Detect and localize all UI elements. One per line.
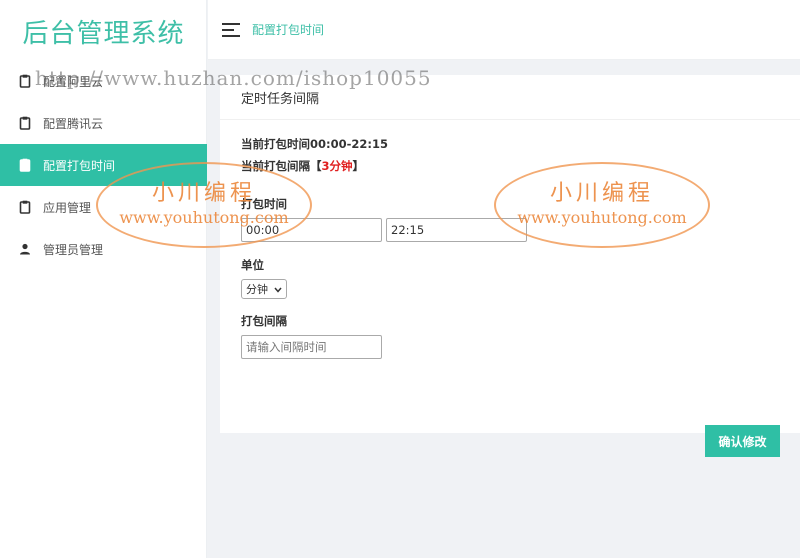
interval-input[interactable]: [241, 335, 382, 359]
end-time-input[interactable]: [386, 218, 527, 242]
chevron-down-icon: [274, 283, 282, 296]
sidebar-item-label: 应用管理: [43, 200, 92, 215]
clipboard-icon: [18, 116, 32, 130]
sidebar-item-label: 配置阿里云: [43, 74, 104, 89]
sidebar-item-admin-management[interactable]: 管理员管理: [0, 228, 207, 270]
start-time-input[interactable]: [241, 218, 382, 242]
top-bar: 配置打包时间: [208, 0, 800, 60]
unit-select[interactable]: 分钟: [241, 279, 287, 299]
confirm-button[interactable]: 确认修改: [705, 425, 780, 457]
sidebar-nav: 配置阿里云 配置腾讯云 配置打包时间 应用管理 管理员管理: [0, 60, 207, 270]
pack-time-row: [241, 218, 781, 242]
pack-time-label: 打包时间: [241, 197, 287, 211]
card-title: 定时任务间隔: [220, 75, 800, 120]
clipboard-icon: [18, 74, 32, 88]
sidebar-item-pack-time[interactable]: 配置打包时间: [0, 144, 207, 186]
current-pack-interval: 当前打包间隔【3分钟】: [241, 159, 365, 173]
settings-card: 定时任务间隔 当前打包时间00:00-22:15 当前打包间隔【3分钟】 打包时…: [220, 75, 800, 457]
sidebar-item-label: 管理员管理: [43, 242, 104, 257]
user-icon: [18, 242, 32, 256]
unit-label: 单位: [241, 258, 264, 272]
breadcrumb: 配置打包时间: [252, 23, 325, 37]
interval-label: 打包间隔: [241, 314, 287, 328]
app-title: 后台管理系统: [22, 18, 185, 49]
clipboard-icon: [18, 200, 32, 214]
sidebar-item-label: 配置打包时间: [43, 158, 116, 173]
menu-toggle-icon[interactable]: [222, 22, 240, 37]
sidebar-item-app-management[interactable]: 应用管理: [0, 186, 207, 228]
clipboard-icon: [18, 158, 32, 172]
interval-value: 3分钟: [321, 159, 353, 173]
sidebar-item-label: 配置腾讯云: [43, 116, 104, 131]
unit-selected: 分钟: [246, 283, 268, 296]
current-pack-time: 当前打包时间00:00-22:15: [241, 137, 388, 151]
sidebar: 后台管理系统 配置阿里云 配置腾讯云 配置打包时间 应用管理 管理员管理: [0, 0, 207, 558]
card-body: 当前打包时间00:00-22:15 当前打包间隔【3分钟】 打包时间 单位 分钟…: [241, 133, 781, 457]
sidebar-item-aliyun[interactable]: 配置阿里云: [0, 60, 207, 102]
sidebar-item-tencent[interactable]: 配置腾讯云: [0, 102, 207, 144]
